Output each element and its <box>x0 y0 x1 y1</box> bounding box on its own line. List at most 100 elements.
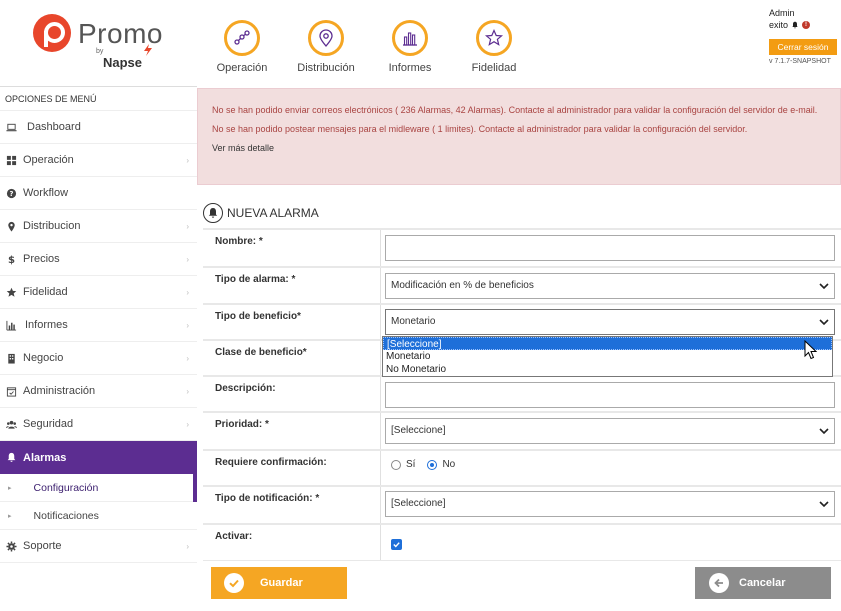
radio-si-label: Sí <box>406 459 416 470</box>
tipo-beneficio-dropdown: [Seleccione] Monetario No Monetario <box>382 336 833 377</box>
bell-icon[interactable] <box>791 21 799 29</box>
logout-button[interactable]: Cerrar sesión <box>769 39 837 55</box>
radio-si[interactable] <box>391 459 401 470</box>
dropdown-option[interactable]: Monetario <box>383 350 832 363</box>
sidebar-subitem-configuracion[interactable]: ▸ Configuración <box>0 474 197 502</box>
user-status: exito <box>769 20 789 30</box>
row-tipo-alarma: Tipo de alarma: * Modificación en % de b… <box>203 266 841 303</box>
sidebar-item-label: Dashboard <box>27 121 81 133</box>
user-status-row: exito ! <box>769 19 837 31</box>
sidebar-item-alarmas[interactable]: Alarmas <box>0 441 197 474</box>
brand-by: by <box>96 48 104 55</box>
label-tipo-beneficio: Tipo de beneficio* <box>203 305 381 339</box>
tipo-beneficio-select[interactable]: Monetario <box>385 309 835 335</box>
logo-mark-stem <box>44 31 48 47</box>
topnav-label: Informes <box>388 62 432 74</box>
map-marker-icon <box>5 220 17 232</box>
brand-company: Napse <box>103 55 143 70</box>
calendar-check-icon <box>5 385 17 397</box>
sidebar-subitem-label: Notificaciones <box>33 509 99 522</box>
chevron-right-icon: › <box>186 320 189 330</box>
sidebar-item-precios[interactable]: $ Precios › <box>0 243 197 276</box>
app-version: v 7.1.7-SNAPSHOT <box>769 58 831 65</box>
logo-mark <box>33 14 71 52</box>
sidebar-subitem-notificaciones[interactable]: ▸ Notificaciones <box>0 502 197 530</box>
caret-right-icon: ▸ <box>8 484 12 492</box>
sidebar-item-dashboard[interactable]: Dashboard <box>0 111 197 144</box>
form-title: NUEVA ALARMA <box>203 203 319 223</box>
bar-chart-icon <box>392 20 428 56</box>
sidebar-item-fidelidad[interactable]: Fidelidad › <box>0 276 197 309</box>
sidebar-item-label: Operación <box>23 154 74 166</box>
sidebar-item-informes[interactable]: Informes › <box>0 309 197 342</box>
tipo-notificacion-select[interactable]: [Seleccione] <box>385 491 835 517</box>
promo-logo[interactable]: Promo by Napse <box>33 14 163 74</box>
sidebar-item-negocio[interactable]: Negocio › <box>0 342 197 375</box>
topnav-label: Operación <box>216 62 268 74</box>
label-prioridad: Prioridad: * <box>203 413 381 449</box>
dropdown-option[interactable]: No Monetario <box>383 363 832 376</box>
sidebar-item-soporte[interactable]: Soporte › <box>0 530 197 563</box>
dropdown-option[interactable]: [Seleccione] <box>383 337 832 350</box>
row-activar: Activar: <box>203 523 841 561</box>
top-navigation: Operación Distribución Informes Fidelida… <box>200 20 536 74</box>
cancel-button[interactable]: Cancelar <box>695 567 831 599</box>
see-more-link[interactable]: Ver más detalle <box>212 139 826 158</box>
error-message-email: No se han podido enviar correos electrón… <box>212 105 818 115</box>
star-icon <box>5 286 17 298</box>
svg-text:?: ? <box>9 189 13 197</box>
label-tipo-notificacion: Tipo de notificación: * <box>203 487 381 523</box>
topnav-distribucion[interactable]: Distribución <box>284 20 368 74</box>
grid-icon <box>5 154 17 166</box>
sidebar-item-label: Fidelidad <box>23 286 68 298</box>
save-button-label: Guardar <box>260 577 303 589</box>
row-requiere-confirmacion: Requiere confirmación: Sí No <box>203 449 841 485</box>
mouse-cursor-icon <box>804 340 818 360</box>
label-descripcion: Descripción: <box>203 377 381 411</box>
row-tipo-notificacion: Tipo de notificación: * [Seleccione] <box>203 485 841 523</box>
chevron-down-icon <box>819 501 829 508</box>
activar-checkbox[interactable] <box>391 539 402 550</box>
operation-icon <box>224 20 260 56</box>
chevron-right-icon: › <box>186 221 189 231</box>
chevron-down-icon <box>819 428 829 435</box>
sidebar-item-operacion[interactable]: Operación › <box>0 144 197 177</box>
row-tipo-beneficio: Tipo de beneficio* Monetario <box>203 303 841 339</box>
sidebar-subitem-label: Configuración <box>33 481 99 494</box>
nombre-input[interactable] <box>385 235 835 261</box>
sidebar-item-label: Seguridad <box>23 418 74 430</box>
user-box: Admin exito ! Cerrar sesión v 7.1.7-SNAP… <box>769 7 837 65</box>
error-alert: No se han podido enviar correos electrón… <box>197 88 841 185</box>
label-requiere-confirmacion: Requiere confirmación: <box>203 451 381 485</box>
check-icon <box>393 542 400 548</box>
prioridad-value: [Seleccione] <box>391 425 446 436</box>
alert-icon[interactable]: ! <box>802 21 811 29</box>
bolt-icon <box>144 44 152 56</box>
sidebar-item-label: Soporte <box>23 540 62 552</box>
gear-icon <box>5 540 17 552</box>
bar-chart-icon <box>5 319 17 331</box>
topnav-operacion[interactable]: Operación <box>200 20 284 74</box>
prioridad-select[interactable]: [Seleccione] <box>385 418 835 444</box>
label-nombre: Nombre: * <box>203 230 381 266</box>
label-activar: Activar: <box>203 525 381 560</box>
topnav-informes[interactable]: Informes <box>368 20 452 74</box>
save-button[interactable]: Guardar <box>211 567 347 599</box>
sidebar-item-workflow[interactable]: ? Workflow <box>0 177 197 210</box>
arrow-left-icon <box>709 573 729 593</box>
sidebar: OPCIONES DE MENÚ Dashboard Operación › ?… <box>0 86 197 611</box>
bell-icon <box>203 203 223 223</box>
topnav-fidelidad[interactable]: Fidelidad <box>452 20 536 74</box>
sidebar-item-distribucion[interactable]: Distribucion › <box>0 210 197 243</box>
radio-no[interactable] <box>427 459 438 470</box>
sidebar-item-seguridad[interactable]: Seguridad › <box>0 408 197 441</box>
sidebar-item-administracion[interactable]: Administración › <box>0 375 197 408</box>
sidebar-item-label: Distribucion <box>23 220 81 232</box>
chevron-right-icon: › <box>186 155 189 165</box>
users-icon <box>5 418 17 430</box>
tipo-alarma-select[interactable]: Modificación en % de beneficios <box>385 273 835 299</box>
descripcion-input[interactable] <box>385 382 835 408</box>
chevron-right-icon: › <box>186 419 189 429</box>
cancel-button-label: Cancelar <box>739 577 786 589</box>
question-icon: ? <box>5 187 17 199</box>
